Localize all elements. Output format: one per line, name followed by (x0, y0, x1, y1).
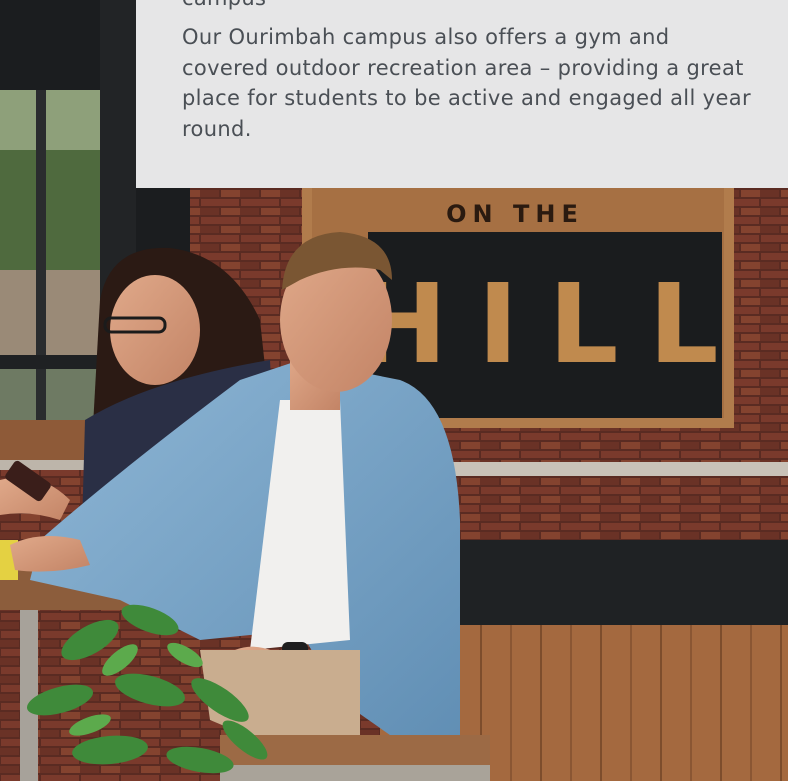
text-panel: campus Our Ourimbah campus also offers a… (136, 0, 788, 188)
sign-line-2: HILL (355, 260, 748, 388)
previous-line-fragment: campus (182, 0, 266, 12)
sign-line-1: ON THE (446, 200, 584, 228)
campus-paragraph: Our Ourimbah campus also offers a gym an… (182, 25, 751, 141)
